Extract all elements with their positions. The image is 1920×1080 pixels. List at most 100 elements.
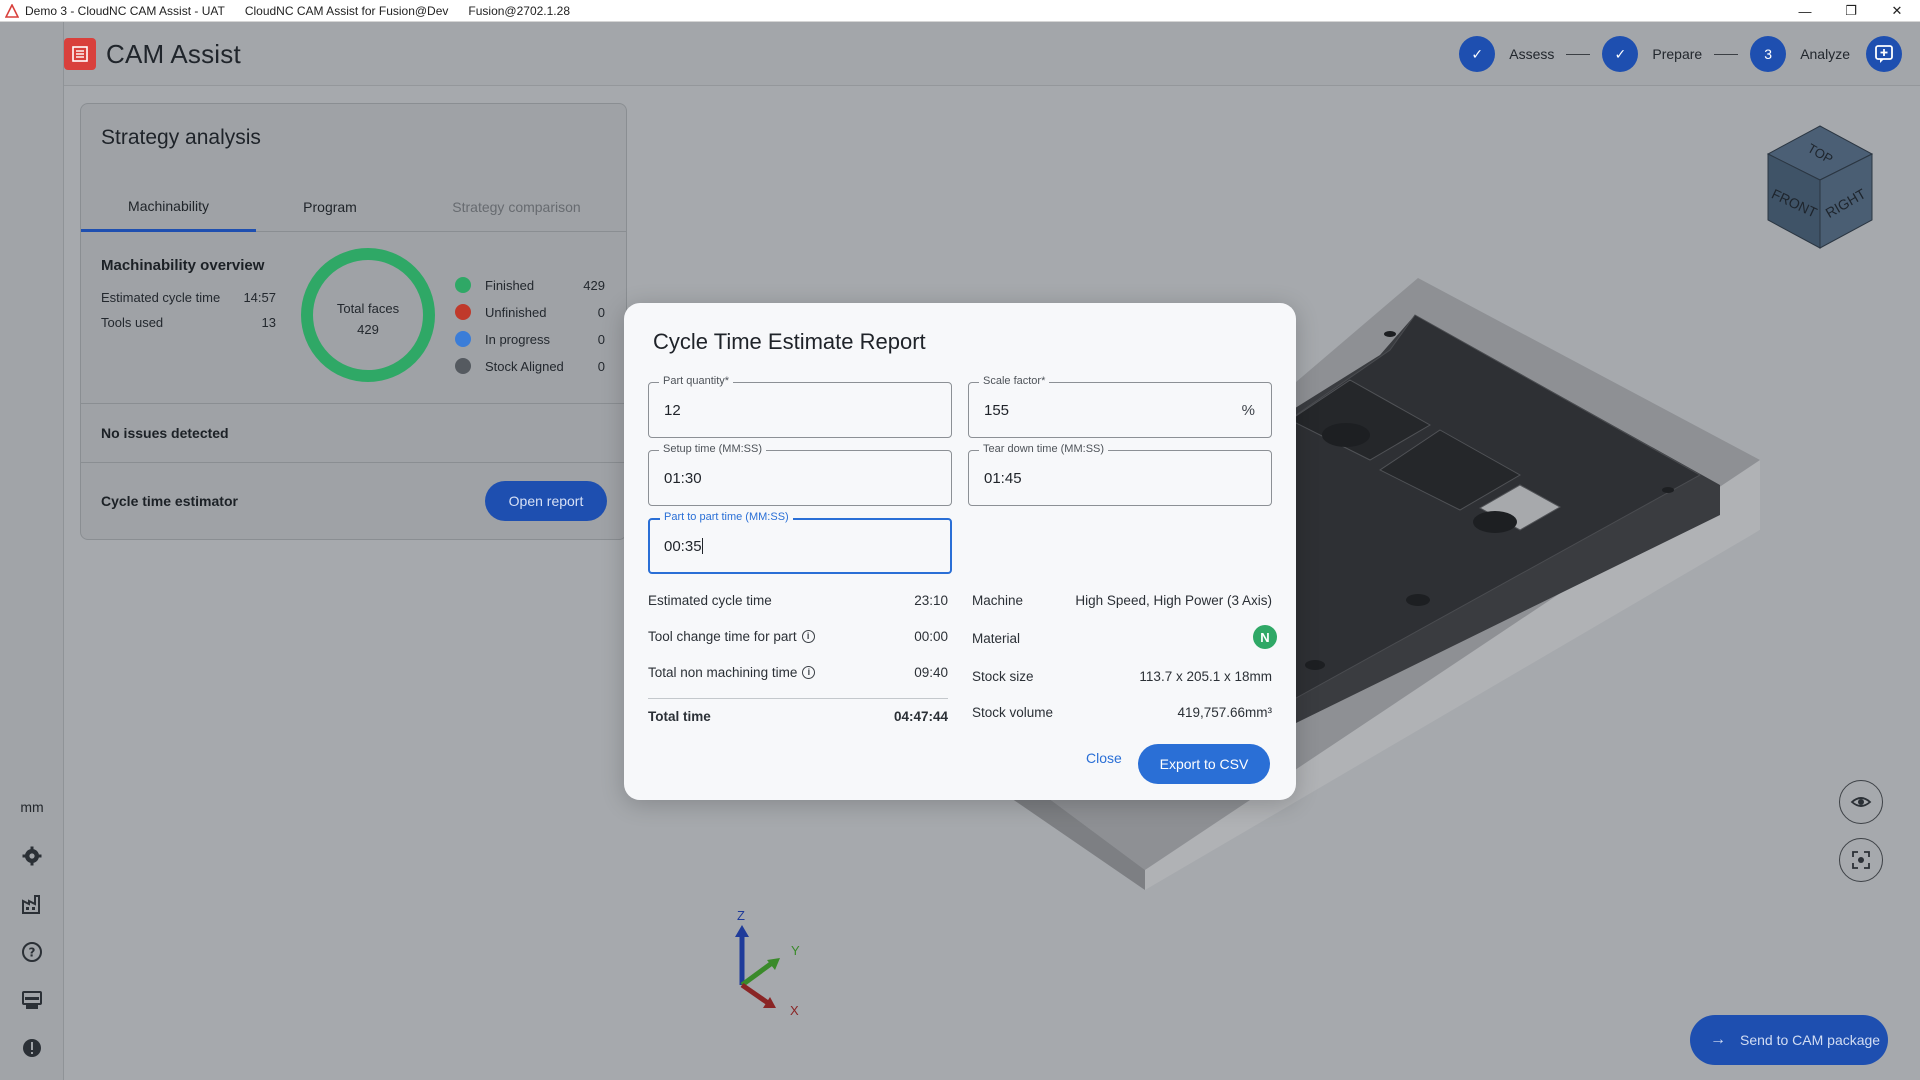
non-machining-time-row: Total non machining time i 09:40 [648, 662, 948, 682]
close-window-button[interactable]: ✕ [1874, 0, 1920, 22]
total-label: Total time [648, 708, 711, 724]
export-csv-button[interactable]: Export to CSV [1138, 744, 1270, 784]
open-report-button[interactable]: Open report [485, 481, 607, 521]
field-label: Tear down time (MM:SS) [979, 443, 1109, 455]
tear-down-time-field[interactable]: Tear down time (MM:SS) 01:45 [968, 443, 1272, 506]
total-time-row: Total time 04:47:44 [648, 706, 948, 726]
material-badge[interactable]: N [1253, 625, 1277, 649]
hole [1406, 594, 1430, 606]
hole [1305, 660, 1325, 670]
workflow-stepper: ✓ Assess ✓ Prepare 3 Analyze [1459, 36, 1902, 72]
row-label: Machine [972, 592, 1024, 608]
step-number: 3 [1750, 36, 1787, 72]
field-label: Part to part time (MM:SS) [660, 511, 793, 523]
check-icon: ✓ [1459, 36, 1496, 72]
row-label: Stock size [972, 668, 1034, 684]
text-caret [701, 538, 703, 554]
legend-in-progress: In progress 0 [455, 329, 605, 349]
tab-program[interactable]: Program [256, 182, 404, 232]
legend-finished: Finished 429 [455, 275, 605, 295]
row-value: 113.7 x 205.1 x 18mm [1139, 668, 1272, 684]
alert-icon[interactable] [20, 1036, 44, 1060]
tab-strategy-comparison[interactable]: Strategy comparison [424, 182, 609, 232]
panel-title: Strategy analysis [101, 126, 261, 149]
legend-value: 0 [597, 358, 605, 374]
y-axis [740, 960, 774, 988]
stock-volume-row: Stock volume 419,757.66mm³ [972, 702, 1272, 722]
strategy-analysis-panel: Strategy analysis Machinability Program … [80, 103, 627, 540]
machine-icon[interactable] [20, 988, 44, 1012]
part-to-part-time-field[interactable]: Part to part time (MM:SS) 00:35 [648, 511, 952, 574]
window-title-bar: Demo 3 - CloudNC CAM Assist - UAT CloudN… [0, 0, 1920, 22]
setup-time-field[interactable]: Setup time (MM:SS) 01:30 [648, 443, 952, 506]
info-icon[interactable]: i [801, 629, 815, 643]
field-value: 00:35 [664, 538, 702, 555]
finished-dot-icon [455, 277, 471, 293]
scale-factor-field[interactable]: Scale factor* 155 % [968, 375, 1272, 438]
hole [1662, 487, 1674, 493]
close-button[interactable]: Close [1086, 750, 1122, 766]
send-to-cam-button[interactable]: → Send to CAM package [1690, 1015, 1888, 1065]
field-value: 12 [664, 402, 681, 419]
cycle-time-report-dialog: Cycle Time Estimate Report Part quantity… [624, 303, 1296, 800]
row-value: 419,757.66mm³ [1177, 704, 1272, 720]
step-prepare[interactable]: ✓ Prepare [1602, 36, 1702, 72]
factory-icon[interactable] [20, 892, 44, 916]
hole [1384, 331, 1396, 337]
eye-icon [1850, 797, 1872, 807]
legend-stock-aligned: Stock Aligned 0 [455, 356, 605, 376]
field-value-wrapper: 00:35 [664, 538, 703, 555]
issues-status: No issues detected [101, 425, 229, 441]
visibility-button[interactable] [1839, 780, 1883, 824]
row-label: Estimated cycle time [648, 592, 772, 608]
step-assess[interactable]: ✓ Assess [1459, 36, 1554, 72]
legend-label: Finished [485, 277, 535, 293]
field-value: 01:30 [664, 470, 702, 487]
field-value: 155 [984, 402, 1010, 419]
hole [1322, 423, 1370, 447]
focus-frame-icon [1852, 851, 1870, 869]
machinability-overview-title: Machinability overview [101, 257, 265, 274]
row-label: Stock volume [972, 704, 1054, 720]
step-label: Assess [1509, 46, 1555, 62]
fit-view-button[interactable] [1839, 838, 1883, 882]
row-value: 09:40 [914, 664, 948, 680]
feedback-button[interactable] [1866, 36, 1902, 72]
divider [81, 462, 626, 463]
z-axis-arrow [735, 925, 749, 937]
stat-label: Estimated cycle time [101, 290, 221, 305]
brand: CAM Assist [64, 38, 241, 70]
z-axis-label: Z [737, 908, 745, 923]
x-axis [740, 982, 770, 1006]
field-label: Scale factor* [979, 375, 1050, 387]
minimize-button[interactable]: — [1782, 0, 1828, 22]
row-label: Material [972, 630, 1021, 646]
cycle-time-estimator-label: Cycle time estimator [101, 493, 238, 509]
info-icon[interactable]: i [802, 665, 816, 679]
donut-label: Total faces [337, 301, 400, 316]
stat-value: 13 [261, 315, 276, 330]
arrow-right-icon: → [1710, 1031, 1726, 1048]
tab-bar: Machinability Program Strategy compariso… [81, 182, 626, 232]
step-label: Prepare [1652, 46, 1703, 62]
window-version: Fusion@2702.1.28 [468, 3, 570, 18]
row-value: 00:00 [914, 628, 948, 644]
legend-label: Stock Aligned [485, 358, 564, 374]
part-quantity-field[interactable]: Part quantity* 12 [648, 375, 952, 438]
tab-machinability[interactable]: Machinability [81, 182, 256, 232]
maximize-button[interactable]: ❐ [1828, 0, 1874, 22]
feedback-icon [1875, 45, 1893, 63]
window-subtitle: CloudNC CAM Assist for Fusion@Dev [244, 3, 449, 18]
help-icon[interactable]: ? [20, 940, 44, 964]
axes-triad: Z Y X [735, 908, 800, 1015]
settings-icon[interactable] [20, 844, 44, 868]
stat-value: 14:57 [243, 290, 276, 305]
row-label: Tool change time for part [648, 628, 797, 644]
divider [648, 698, 948, 699]
app-name: CAM Assist [106, 38, 241, 69]
view-cube[interactable]: TOP FRONT RIGHT [1760, 122, 1880, 250]
step-analyze[interactable]: 3 Analyze [1750, 36, 1850, 72]
machine-row: Machine High Speed, High Power (3 Axis) [972, 590, 1272, 610]
window-controls: — ❐ ✕ [1782, 0, 1920, 22]
step-label: Analyze [1800, 46, 1850, 62]
